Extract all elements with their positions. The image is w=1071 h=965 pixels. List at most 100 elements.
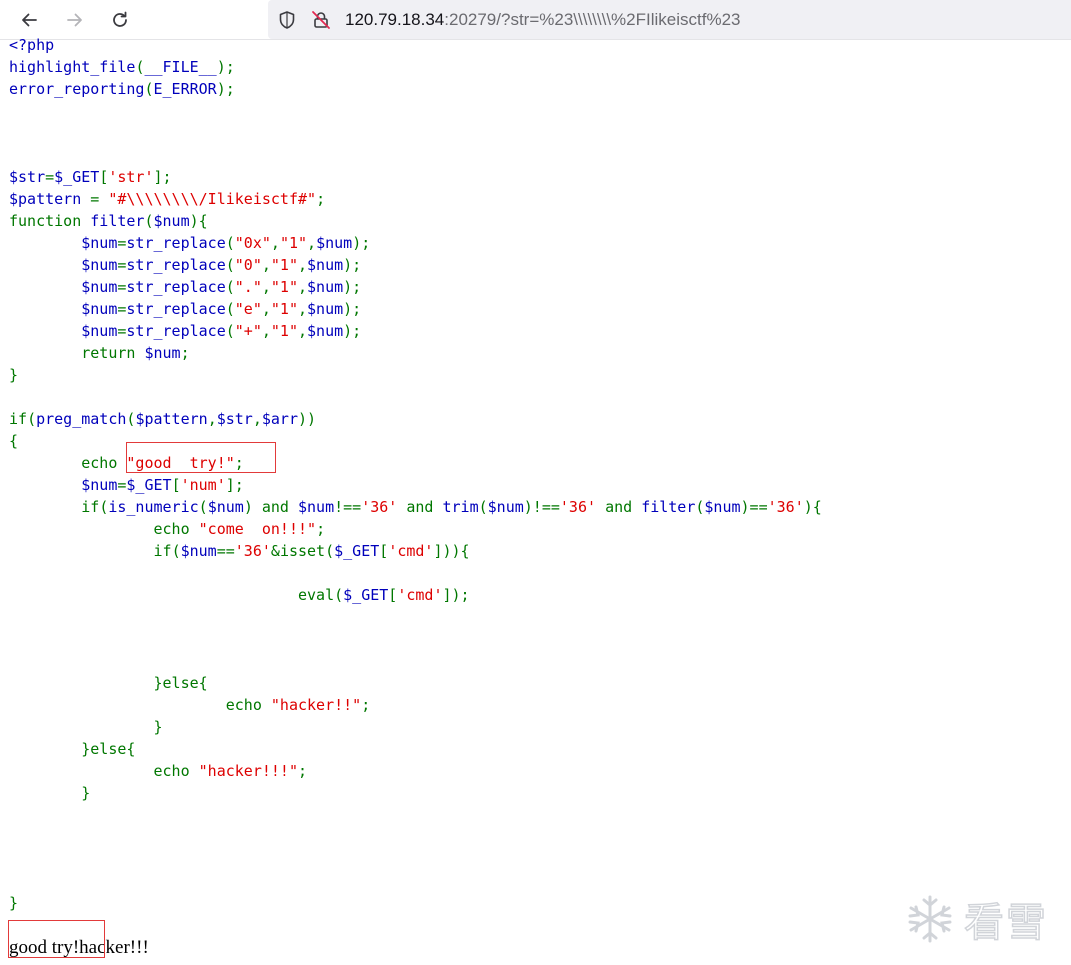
- code-line: if(is_numeric($num) and $num!=='36' and …: [9, 496, 822, 518]
- code-token: ])){: [433, 542, 470, 560]
- code-token: __FILE__: [144, 58, 217, 76]
- lock-crossed-icon[interactable]: [310, 9, 332, 31]
- code-token: $str: [9, 168, 46, 186]
- code-token: );: [216, 80, 235, 98]
- code-token: $str: [216, 410, 253, 428]
- code-token: (: [99, 498, 109, 516]
- code-token: "hacker!!": [270, 696, 362, 714]
- code-token: 'cmd': [388, 542, 434, 560]
- code-token: "0": [234, 256, 262, 274]
- code-token: (: [225, 322, 235, 340]
- code-line: $num=str_replace("e","1",$num);: [9, 298, 822, 320]
- code-token: (: [225, 278, 235, 296]
- php-source-listing: <?php highlight_file(__FILE__); error_repo…: [9, 34, 822, 914]
- code-line: $pattern = "#\\\\\\\\/Ilikeisctf#";: [9, 188, 822, 210]
- shield-icon[interactable]: [276, 9, 298, 31]
- code-token: ,: [261, 322, 271, 340]
- code-token: ".": [234, 278, 262, 296]
- watermark: 看雪: [902, 887, 1062, 951]
- url-host: 120.79.18.34: [345, 10, 445, 29]
- arrow-left-icon: [22, 13, 37, 27]
- code-line: if($num=='36'&isset($_GET['cmd'])){: [9, 540, 822, 562]
- code-line: }else{: [9, 738, 822, 760]
- code-token: ;: [234, 454, 244, 472]
- snowflake-icon: [908, 895, 952, 943]
- code-token: 'num': [180, 476, 226, 494]
- code-line: $num=str_replace("0","1",$num);: [9, 254, 822, 276]
- code-line: $num=$_GET['num'];: [9, 474, 822, 496]
- code-token: str_replace: [126, 322, 226, 340]
- back-button[interactable]: [13, 4, 45, 36]
- code-token: $num: [81, 300, 118, 318]
- code-line: error_reporting(E_ERROR);: [9, 78, 822, 100]
- code-token: );: [343, 322, 362, 340]
- watermark-text: 看雪: [963, 899, 1048, 947]
- code-token: $pattern: [135, 410, 208, 428]
- code-token: )==: [740, 498, 768, 516]
- code-token: $num: [307, 322, 344, 340]
- url-text[interactable]: 120.79.18.34:20279/?str=%23\\\\\\\\%2FIl…: [345, 9, 741, 30]
- code-token: filter: [90, 212, 145, 230]
- code-token: ]);: [442, 586, 470, 604]
- code-token: (: [171, 542, 181, 560]
- code-token: is_numeric: [108, 498, 199, 516]
- forward-button[interactable]: [59, 4, 91, 36]
- code-line: $num=str_replace("0x","1",$num);: [9, 232, 822, 254]
- code-token: ;: [316, 190, 326, 208]
- code-line: }: [9, 782, 822, 804]
- code-token: and: [406, 498, 443, 516]
- code-token: '36': [361, 498, 407, 516]
- code-token: ,: [298, 300, 308, 318]
- code-token: $num: [81, 278, 118, 296]
- code-line: function filter($num){: [9, 210, 822, 232]
- code-token: 'cmd': [397, 586, 443, 604]
- code-token: (: [325, 542, 335, 560]
- code-token: ;: [316, 520, 326, 538]
- code-token: ];: [153, 168, 172, 186]
- code-token: ,: [261, 256, 271, 274]
- code-token: '36': [234, 542, 271, 560]
- code-token: str_replace: [126, 234, 226, 252]
- code-token: and: [261, 498, 298, 516]
- code-line: return $num;: [9, 342, 822, 364]
- reload-icon: [113, 11, 127, 27]
- code-token: $num: [307, 256, 344, 274]
- code-token: preg_match: [36, 410, 127, 428]
- code-token: ];: [225, 476, 244, 494]
- code-token: ,: [261, 300, 271, 318]
- code-token: )!==: [523, 498, 560, 516]
- code-token: }else{: [81, 740, 136, 758]
- reload-button[interactable]: [104, 4, 136, 36]
- code-line: highlight_file(__FILE__);: [9, 56, 822, 78]
- code-token: error_reporting: [9, 80, 145, 98]
- code-token: "0x": [234, 234, 271, 252]
- code-line: echo "hacker!!";: [9, 694, 822, 716]
- code-token: );: [343, 256, 362, 274]
- code-token: &: [270, 542, 280, 560]
- code-token: ,: [298, 278, 308, 296]
- code-line: echo "hacker!!!";: [9, 760, 822, 782]
- code-token: );: [352, 234, 371, 252]
- code-token: "1": [270, 278, 298, 296]
- code-token: ,: [207, 410, 217, 428]
- code-token: $num: [316, 234, 353, 252]
- code-token: ,: [298, 256, 308, 274]
- code-token: [: [171, 476, 181, 494]
- code-token: (: [334, 586, 344, 604]
- code-token: <?php: [9, 36, 55, 54]
- code-token: if: [9, 410, 28, 428]
